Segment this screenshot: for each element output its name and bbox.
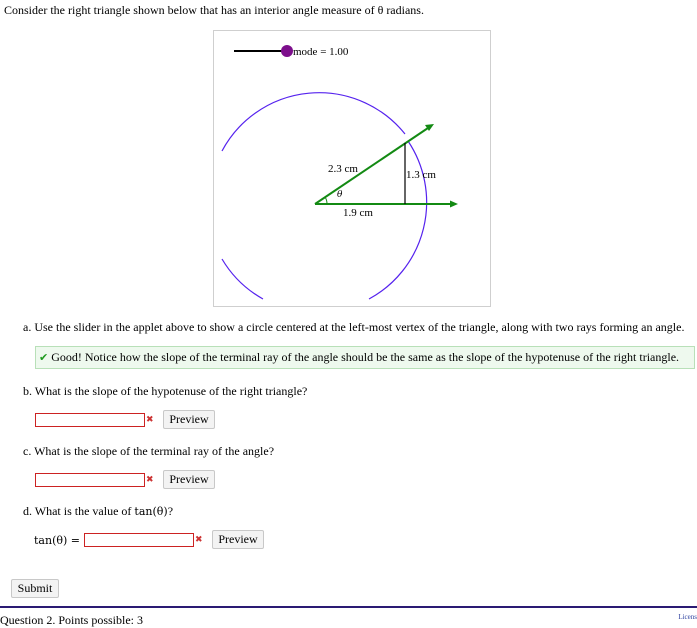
circle-arc-bottom-left (221, 258, 264, 300)
footer-divider (0, 606, 697, 608)
incorrect-icon: ✖ (146, 415, 154, 425)
part-c-text: c. What is the slope of the terminal ray… (23, 444, 275, 458)
angle-label: θ (337, 190, 343, 200)
mode-slider-label: mode = 1.00 (293, 46, 349, 58)
applet-canvas: mode = 1.00 2.3 cm 1.3 cm 1.9 cm θ (221, 45, 458, 300)
incorrect-icon: ✖ (146, 475, 154, 485)
submit-button[interactable]: Submit (11, 579, 59, 598)
circle-arc-top (221, 92, 406, 152)
part-d-text-math: tan(θ) (134, 505, 168, 518)
part-d-input-label: tan(θ) = (34, 534, 80, 547)
part-a-feedback: ✔ Good! Notice how the slope of the term… (35, 346, 695, 369)
circle-arc-right (368, 140, 428, 300)
part-a-feedback-text: Good! Notice how the slope of the termin… (51, 350, 680, 364)
hypotenuse-label: 2.3 cm (328, 163, 358, 175)
part-d-preview-button[interactable]: Preview (212, 530, 264, 549)
question-intro: Consider the right triangle shown below … (4, 3, 424, 17)
initial-ray-arrowhead (450, 200, 458, 208)
part-d-text-prefix: d. What is the value of (23, 504, 135, 518)
part-b-answer-input[interactable] (35, 413, 145, 427)
part-b-preview-button[interactable]: Preview (163, 410, 215, 429)
part-c-preview-button[interactable]: Preview (163, 470, 215, 489)
angle-arc (324, 196, 328, 205)
incorrect-icon: ✖ (195, 535, 203, 545)
part-a-text: a. Use the slider in the applet above to… (23, 320, 685, 334)
part-c-answer-input[interactable] (35, 473, 145, 487)
mode-slider-knob[interactable] (281, 45, 293, 57)
part-d-answer-input[interactable] (84, 533, 194, 547)
part-b-text: b. What is the slope of the hypotenuse o… (23, 384, 308, 398)
opposite-label: 1.3 cm (406, 169, 436, 181)
license-link[interactable]: Licens (678, 613, 697, 621)
geometry-applet[interactable]: mode = 1.00 2.3 cm 1.3 cm 1.9 cm θ (213, 30, 491, 307)
check-icon: ✔ (39, 351, 49, 364)
part-d-text-suffix: ? (167, 504, 174, 518)
adjacent-label: 1.9 cm (343, 207, 373, 219)
part-d-text: d. What is the value of tan(θ)? (23, 504, 173, 519)
